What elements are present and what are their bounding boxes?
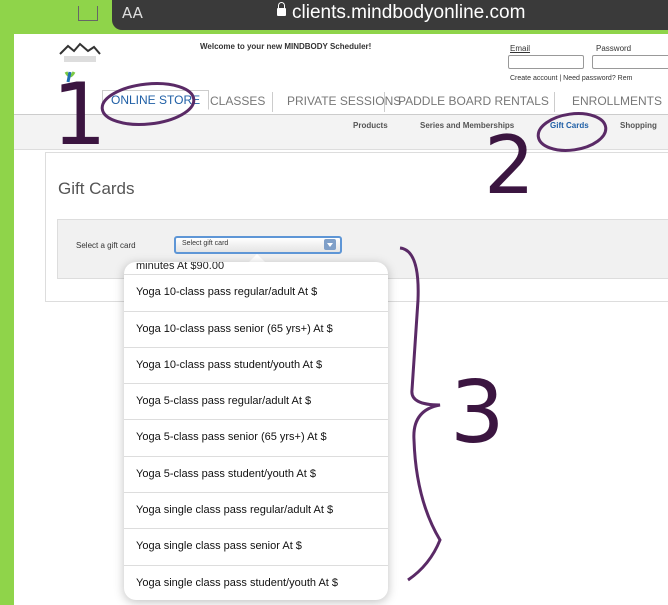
- annotation-circle-gift-cards: [536, 112, 608, 152]
- annotation-brace: [399, 246, 442, 582]
- annotation-overlay: [100, 82, 608, 582]
- annotation-circle-online-store: [100, 82, 196, 126]
